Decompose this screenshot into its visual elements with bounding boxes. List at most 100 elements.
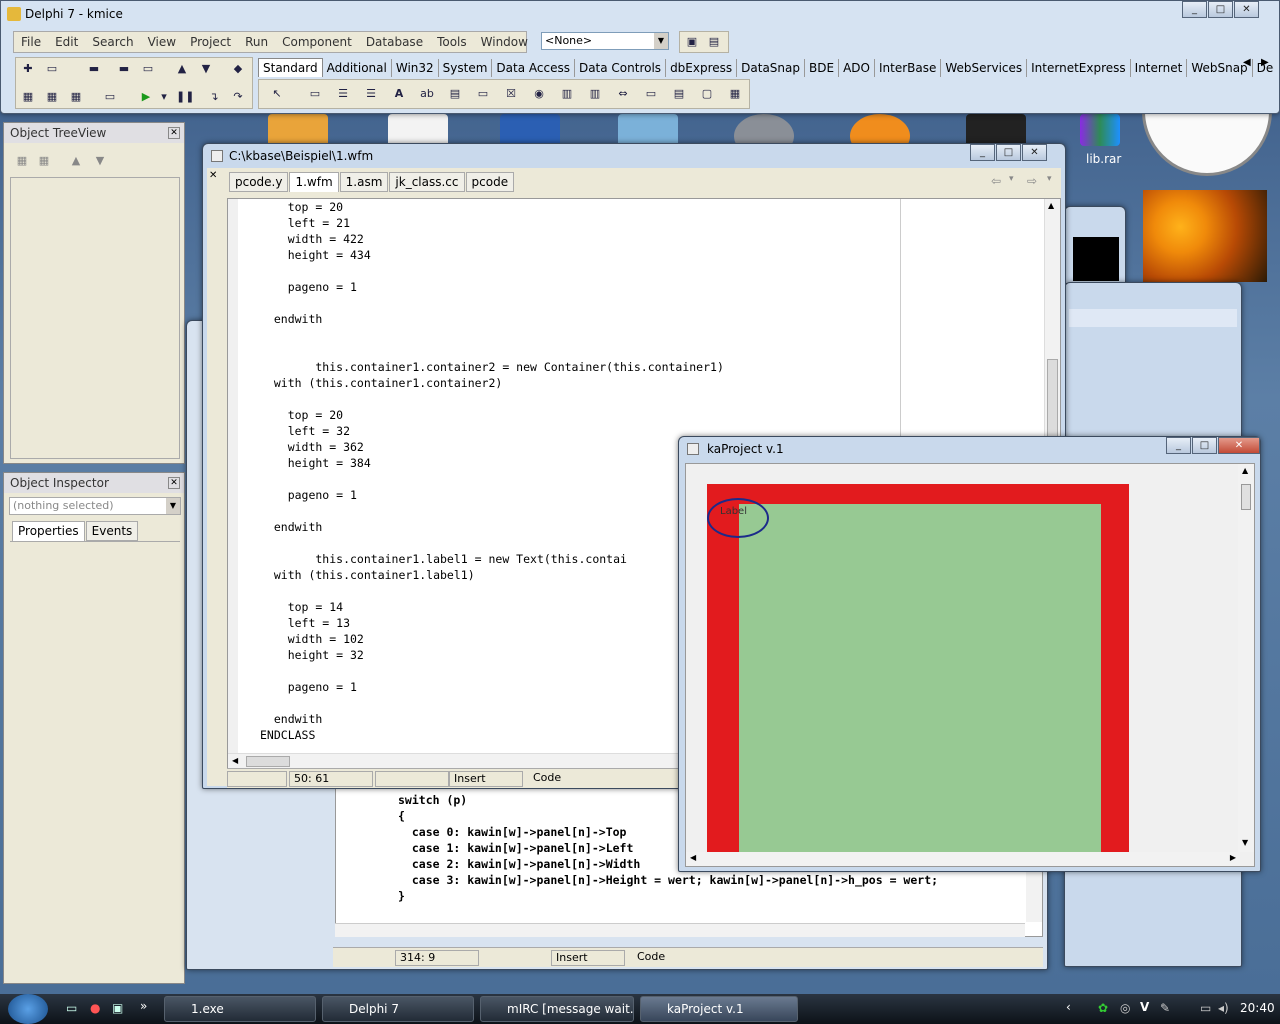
menu-project[interactable]: Project xyxy=(183,35,238,49)
palette-tab-webservices[interactable]: WebServices xyxy=(941,59,1028,77)
close-icon[interactable]: ✕ xyxy=(168,477,180,489)
new-icon[interactable]: ✚ xyxy=(20,61,36,77)
object-selector[interactable]: (nothing selected) ▼ xyxy=(9,497,181,515)
save-desktop-icon[interactable]: ▣ xyxy=(684,34,700,50)
delete-icon[interactable]: ▦ xyxy=(14,153,30,169)
task-delphi[interactable]: Delphi 7 xyxy=(322,996,474,1022)
task-1exe[interactable]: 1.exe xyxy=(164,996,316,1022)
menu-run[interactable]: Run xyxy=(238,35,275,49)
actionlist-component-icon[interactable]: ▦ xyxy=(727,86,743,102)
memo-component-icon[interactable]: ▤ xyxy=(447,86,463,102)
minimize-button[interactable]: _ xyxy=(1182,1,1207,18)
inspector-grid[interactable] xyxy=(10,541,180,981)
main-menu-icon[interactable]: ☰ xyxy=(335,86,351,102)
close-page-icon[interactable]: ✕ xyxy=(209,170,217,181)
tray-v-icon[interactable]: V xyxy=(1140,1000,1149,1014)
arrow-down-icon[interactable]: ▼ xyxy=(92,153,108,169)
label1[interactable]: Label xyxy=(720,506,747,517)
palette-tab-standard[interactable]: Standard xyxy=(258,58,323,77)
menu-database[interactable]: Database xyxy=(359,35,430,49)
scrollbar-component-icon[interactable]: ⇔ xyxy=(615,86,631,102)
run-icon[interactable]: ▶ xyxy=(138,89,154,105)
panel-component-icon[interactable]: ▢ xyxy=(699,86,715,102)
h-scroll-thumb[interactable] xyxy=(246,756,290,767)
menu-component[interactable]: Component xyxy=(275,35,359,49)
palette-tab-interbase[interactable]: InterBase xyxy=(875,59,942,77)
palette-tab-additional[interactable]: Additional xyxy=(323,59,392,77)
palette-scroll-right-icon[interactable]: ▶ xyxy=(1261,57,1269,68)
palette-tab-data-access[interactable]: Data Access xyxy=(492,59,575,77)
maximize-button[interactable]: □ xyxy=(1208,1,1233,18)
tab-jk-class[interactable]: jk_class.cc xyxy=(389,172,465,192)
close-icon[interactable]: ✕ xyxy=(168,127,180,139)
save-all-icon[interactable]: ▬ xyxy=(116,61,132,77)
new-form-icon[interactable]: ▭ xyxy=(102,89,118,105)
chevron-down-icon[interactable]: ▼ xyxy=(654,33,668,49)
back-arrow-icon[interactable]: ⇦ xyxy=(991,174,1001,188)
palette-tab-internetexpress[interactable]: InternetExpress xyxy=(1027,59,1131,77)
chevron-down-icon[interactable]: ▾ xyxy=(1047,174,1052,184)
radiogroup-component-icon[interactable]: ▤ xyxy=(671,86,687,102)
tab-1-asm[interactable]: 1.asm xyxy=(339,172,389,192)
listbox-component-icon[interactable]: ▥ xyxy=(559,86,575,102)
tray-expand-icon[interactable]: ‹ xyxy=(1066,1000,1071,1014)
pause-icon[interactable]: ❚❚ xyxy=(176,89,194,105)
volume-icon[interactable]: ◂) xyxy=(1218,1001,1229,1015)
pointer-icon[interactable]: ↖ xyxy=(269,86,285,102)
start-button[interactable] xyxy=(8,994,48,1024)
checkbox-component-icon[interactable]: ☒ xyxy=(503,86,519,102)
palette-tab-dbexpress[interactable]: dbExpress xyxy=(666,59,738,77)
horizontal-scrollbar[interactable] xyxy=(335,923,1025,937)
treeview-area[interactable] xyxy=(10,177,180,459)
tray-app-icon[interactable]: ✿ xyxy=(1098,1001,1108,1015)
delete-all-icon[interactable]: ▦ xyxy=(36,153,52,169)
menu-file[interactable]: File xyxy=(14,35,48,49)
menu-view[interactable]: View xyxy=(141,35,183,49)
toggle-form-unit-icon[interactable]: ▦ xyxy=(68,89,84,105)
palette-tab-win32[interactable]: Win32 xyxy=(392,59,439,77)
arrow-up-icon[interactable]: ▲ xyxy=(68,153,84,169)
scroll-down-icon[interactable]: ▼ xyxy=(1242,838,1248,847)
minimize-button[interactable]: _ xyxy=(1166,437,1191,454)
palette-tab-data-controls[interactable]: Data Controls xyxy=(575,59,667,77)
maximize-button[interactable]: □ xyxy=(1192,437,1217,454)
tab-pcode[interactable]: pcode xyxy=(465,172,515,192)
close-button[interactable]: ✕ xyxy=(1234,1,1259,18)
run-dropdown-icon[interactable]: ▾ xyxy=(156,89,172,105)
tab-events[interactable]: Events xyxy=(85,521,139,541)
scroll-left-icon[interactable]: ◀ xyxy=(690,853,696,862)
maximize-button[interactable]: □ xyxy=(996,144,1021,161)
remove-file-icon[interactable]: ▼ xyxy=(198,61,214,77)
step-over-icon[interactable]: ↷ xyxy=(230,89,246,105)
task-kaproject[interactable]: kaProject v.1 xyxy=(640,996,798,1022)
palette-tab-internet[interactable]: Internet xyxy=(1131,59,1188,77)
menu-tools[interactable]: Tools xyxy=(430,35,474,49)
show-desktop-icon[interactable]: ▭ xyxy=(66,1001,77,1015)
tray-display-icon[interactable]: ▭ xyxy=(1200,1001,1211,1015)
scroll-thumb[interactable] xyxy=(1047,359,1058,439)
label-component-icon[interactable]: A xyxy=(391,86,407,102)
chevron-down-icon[interactable]: ▼ xyxy=(166,498,180,514)
vertical-scrollbar[interactable]: ▲ ▼ xyxy=(1238,464,1254,852)
view-form-icon[interactable]: ▦ xyxy=(44,89,60,105)
menu-search[interactable]: Search xyxy=(85,35,140,49)
close-button[interactable]: ✕ xyxy=(1022,144,1047,161)
tray-tool-icon[interactable]: ✎ xyxy=(1160,1001,1170,1015)
horizontal-scrollbar[interactable]: ◀ ▶ xyxy=(686,852,1240,866)
help-icon[interactable]: ◆ xyxy=(230,61,246,77)
add-file-icon[interactable]: ▲ xyxy=(174,61,190,77)
trace-into-icon[interactable]: ↴ xyxy=(206,89,222,105)
palette-tab-system[interactable]: System xyxy=(439,59,493,77)
scroll-right-icon[interactable]: ▶ xyxy=(1230,853,1236,862)
popup-menu-icon[interactable]: ☰ xyxy=(363,86,379,102)
button-component-icon[interactable]: ▭ xyxy=(475,86,491,102)
palette-tab-datasnap[interactable]: DataSnap xyxy=(737,59,806,77)
minimize-button[interactable]: _ xyxy=(970,144,995,161)
menu-window[interactable]: Window xyxy=(474,35,535,49)
scroll-left-icon[interactable]: ◀ xyxy=(232,756,238,765)
tab-1-wfm[interactable]: 1.wfm xyxy=(289,172,339,192)
open-project-icon[interactable]: ▭ xyxy=(140,61,156,77)
scroll-up-icon[interactable]: ▲ xyxy=(1242,466,1248,475)
tab-code[interactable]: Code xyxy=(529,771,569,787)
frames-icon[interactable]: ▭ xyxy=(307,86,323,102)
